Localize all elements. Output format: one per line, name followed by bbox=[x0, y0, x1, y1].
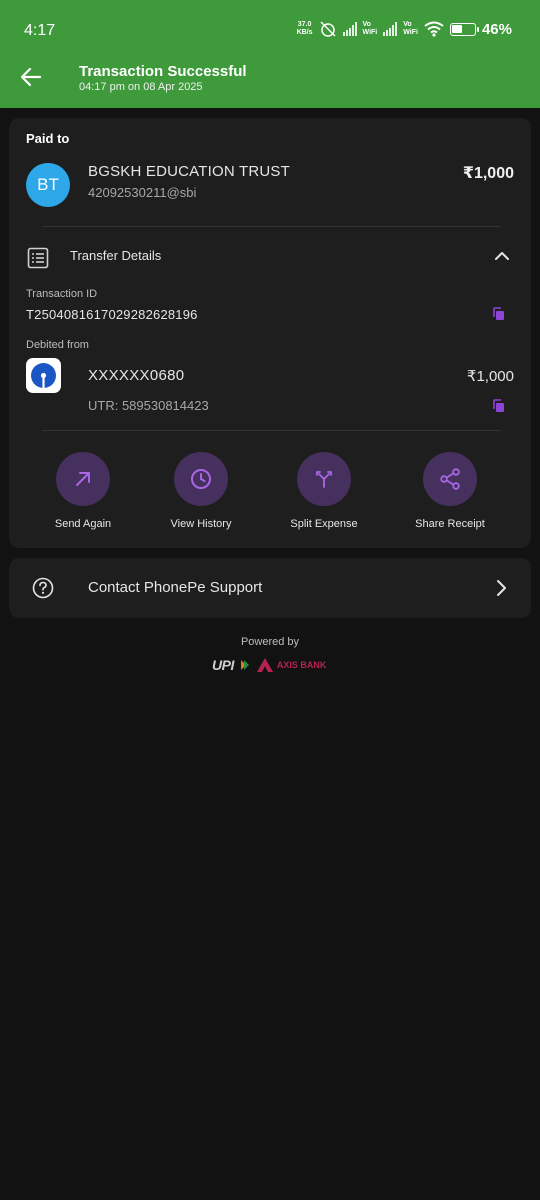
back-arrow-icon[interactable] bbox=[18, 64, 44, 90]
chevron-right-icon bbox=[497, 580, 506, 596]
network-speed-unit: KB/s bbox=[296, 29, 313, 36]
receipt-list-icon bbox=[27, 247, 49, 269]
status-bar: 4:17 37.0 KB/s Vo WiFi Vo WiFi 46% bbox=[0, 0, 540, 60]
transfer-details-label[interactable]: Transfer Details bbox=[70, 248, 161, 263]
split-icon bbox=[316, 471, 332, 488]
status-time: 4:17 bbox=[24, 22, 56, 39]
divider bbox=[42, 430, 501, 431]
transaction-datetime: 04:17 pm on 08 Apr 2025 bbox=[79, 81, 203, 93]
debited-from-label: Debited from bbox=[26, 339, 89, 351]
upi-logo: UPI bbox=[212, 657, 234, 673]
split-expense-label: Split Expense bbox=[290, 518, 358, 530]
axis-bank-icon bbox=[256, 658, 273, 672]
debit-amount: ₹1,000 bbox=[466, 368, 514, 385]
vowifi-bottom: WiFi bbox=[403, 29, 418, 36]
upi-arrow-icon bbox=[240, 660, 249, 670]
status-icons: 37.0 KB/s Vo WiFi Vo WiFi 46% bbox=[297, 20, 512, 38]
utr-number: UTR: 589530814423 bbox=[88, 398, 209, 413]
sbi-logo-icon bbox=[31, 363, 56, 388]
transaction-card: Paid to BT BGSKH EDUCATION TRUST 4209253… bbox=[9, 118, 531, 548]
split-expense-button[interactable]: Split Expense bbox=[269, 452, 379, 530]
wifi-icon bbox=[424, 21, 444, 37]
view-history-button[interactable]: View History bbox=[146, 452, 256, 530]
vowifi-bottom: WiFi bbox=[362, 29, 378, 36]
debit-account-number: XXXXXX0680 bbox=[88, 367, 185, 384]
battery-percent: 46% bbox=[481, 20, 512, 38]
contact-support-row[interactable]: Contact PhonePe Support bbox=[9, 558, 531, 618]
action-circle[interactable] bbox=[56, 452, 110, 506]
page-title: Transaction Successful bbox=[79, 63, 247, 80]
contact-support-label: Contact PhonePe Support bbox=[88, 579, 263, 596]
bank-logo bbox=[26, 358, 61, 393]
arrow-up-right-icon bbox=[76, 472, 90, 486]
powered-by-label: Powered by bbox=[240, 636, 300, 648]
vowifi-badge-2: Vo WiFi bbox=[403, 21, 418, 37]
signal-icon-2 bbox=[383, 22, 398, 36]
transaction-id-label: Transaction ID bbox=[26, 288, 98, 300]
action-circle[interactable] bbox=[174, 452, 228, 506]
send-again-label: Send Again bbox=[54, 518, 112, 530]
divider bbox=[42, 226, 501, 227]
payee-upi-id: 42092530211@sbi bbox=[88, 185, 197, 200]
chevron-up-icon[interactable] bbox=[494, 248, 510, 264]
share-receipt-button[interactable]: Share Receipt bbox=[395, 452, 505, 530]
share-icon bbox=[440, 468, 460, 490]
payee-name: BGSKH EDUCATION TRUST bbox=[88, 163, 290, 180]
network-speed-value: 37.0 bbox=[297, 21, 312, 28]
help-circle-icon bbox=[32, 577, 54, 599]
vowifi-top: Vo bbox=[403, 21, 412, 28]
copy-icon[interactable] bbox=[492, 399, 506, 413]
action-circle[interactable] bbox=[297, 452, 351, 506]
vowifi-top: Vo bbox=[362, 21, 371, 28]
transaction-id-value: T2504081617029282628196 bbox=[26, 307, 198, 322]
alarm-off-icon bbox=[320, 21, 336, 37]
signal-icon bbox=[342, 22, 357, 36]
send-again-button[interactable]: Send Again bbox=[28, 452, 138, 530]
action-circle[interactable] bbox=[423, 452, 477, 506]
battery-icon bbox=[449, 22, 479, 36]
view-history-label: View History bbox=[170, 518, 232, 530]
paid-to-label: Paid to bbox=[26, 131, 70, 146]
vowifi-badge: Vo WiFi bbox=[363, 21, 378, 37]
axis-bank-text: AXIS BANK bbox=[276, 660, 327, 670]
axis-bank-logo: AXIS BANK bbox=[256, 657, 327, 673]
copy-icon[interactable] bbox=[492, 307, 506, 321]
app-header: 4:17 37.0 KB/s Vo WiFi Vo WiFi 46% Transac… bbox=[0, 0, 540, 108]
paid-amount: ₹1,000 bbox=[462, 165, 514, 182]
partner-logos: UPI AXIS BANK bbox=[212, 655, 342, 675]
share-receipt-label: Share Receipt bbox=[415, 518, 485, 530]
clock-icon bbox=[191, 469, 211, 489]
payee-avatar: BT bbox=[26, 163, 70, 207]
network-speed: 37.0 KB/s bbox=[297, 21, 313, 37]
